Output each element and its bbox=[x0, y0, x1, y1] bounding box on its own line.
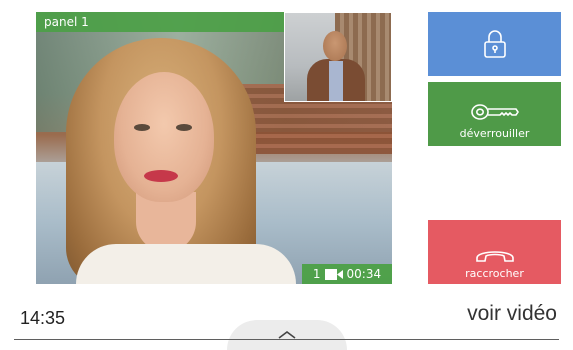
self-view-person-shirt bbox=[329, 61, 343, 101]
unlock-button[interactable]: déverrouiller bbox=[428, 82, 561, 146]
visitor-eye-left bbox=[134, 124, 150, 131]
key-icon bbox=[470, 101, 520, 123]
chevron-up-icon bbox=[278, 324, 296, 343]
padlock-icon bbox=[483, 29, 507, 59]
self-view-thumbnail[interactable] bbox=[284, 12, 392, 102]
panel-label: panel 1 bbox=[36, 12, 284, 32]
unlock-button-label: déverrouiller bbox=[459, 127, 530, 140]
bottom-divider bbox=[14, 339, 559, 340]
phone-hangup-icon bbox=[474, 245, 516, 263]
camera-index: 1 bbox=[312, 267, 321, 281]
video-camera-icon bbox=[324, 268, 343, 280]
call-duration: 00:34 bbox=[346, 267, 382, 281]
pull-up-handle[interactable] bbox=[227, 320, 347, 350]
hangup-button[interactable]: raccrocher bbox=[428, 220, 561, 284]
call-status-badge: 1 00:34 bbox=[302, 264, 392, 284]
show-video-button[interactable]: voir vidéo bbox=[467, 302, 557, 326]
visitor-shirt bbox=[76, 244, 296, 284]
lock-button[interactable] bbox=[428, 12, 561, 76]
visitor-eye-right bbox=[176, 124, 192, 131]
hangup-button-label: raccrocher bbox=[465, 267, 524, 280]
clock-time: 14:35 bbox=[20, 308, 66, 328]
self-view-person-head bbox=[323, 31, 347, 61]
visitor-lips bbox=[144, 170, 178, 182]
visitor-face bbox=[114, 72, 214, 202]
